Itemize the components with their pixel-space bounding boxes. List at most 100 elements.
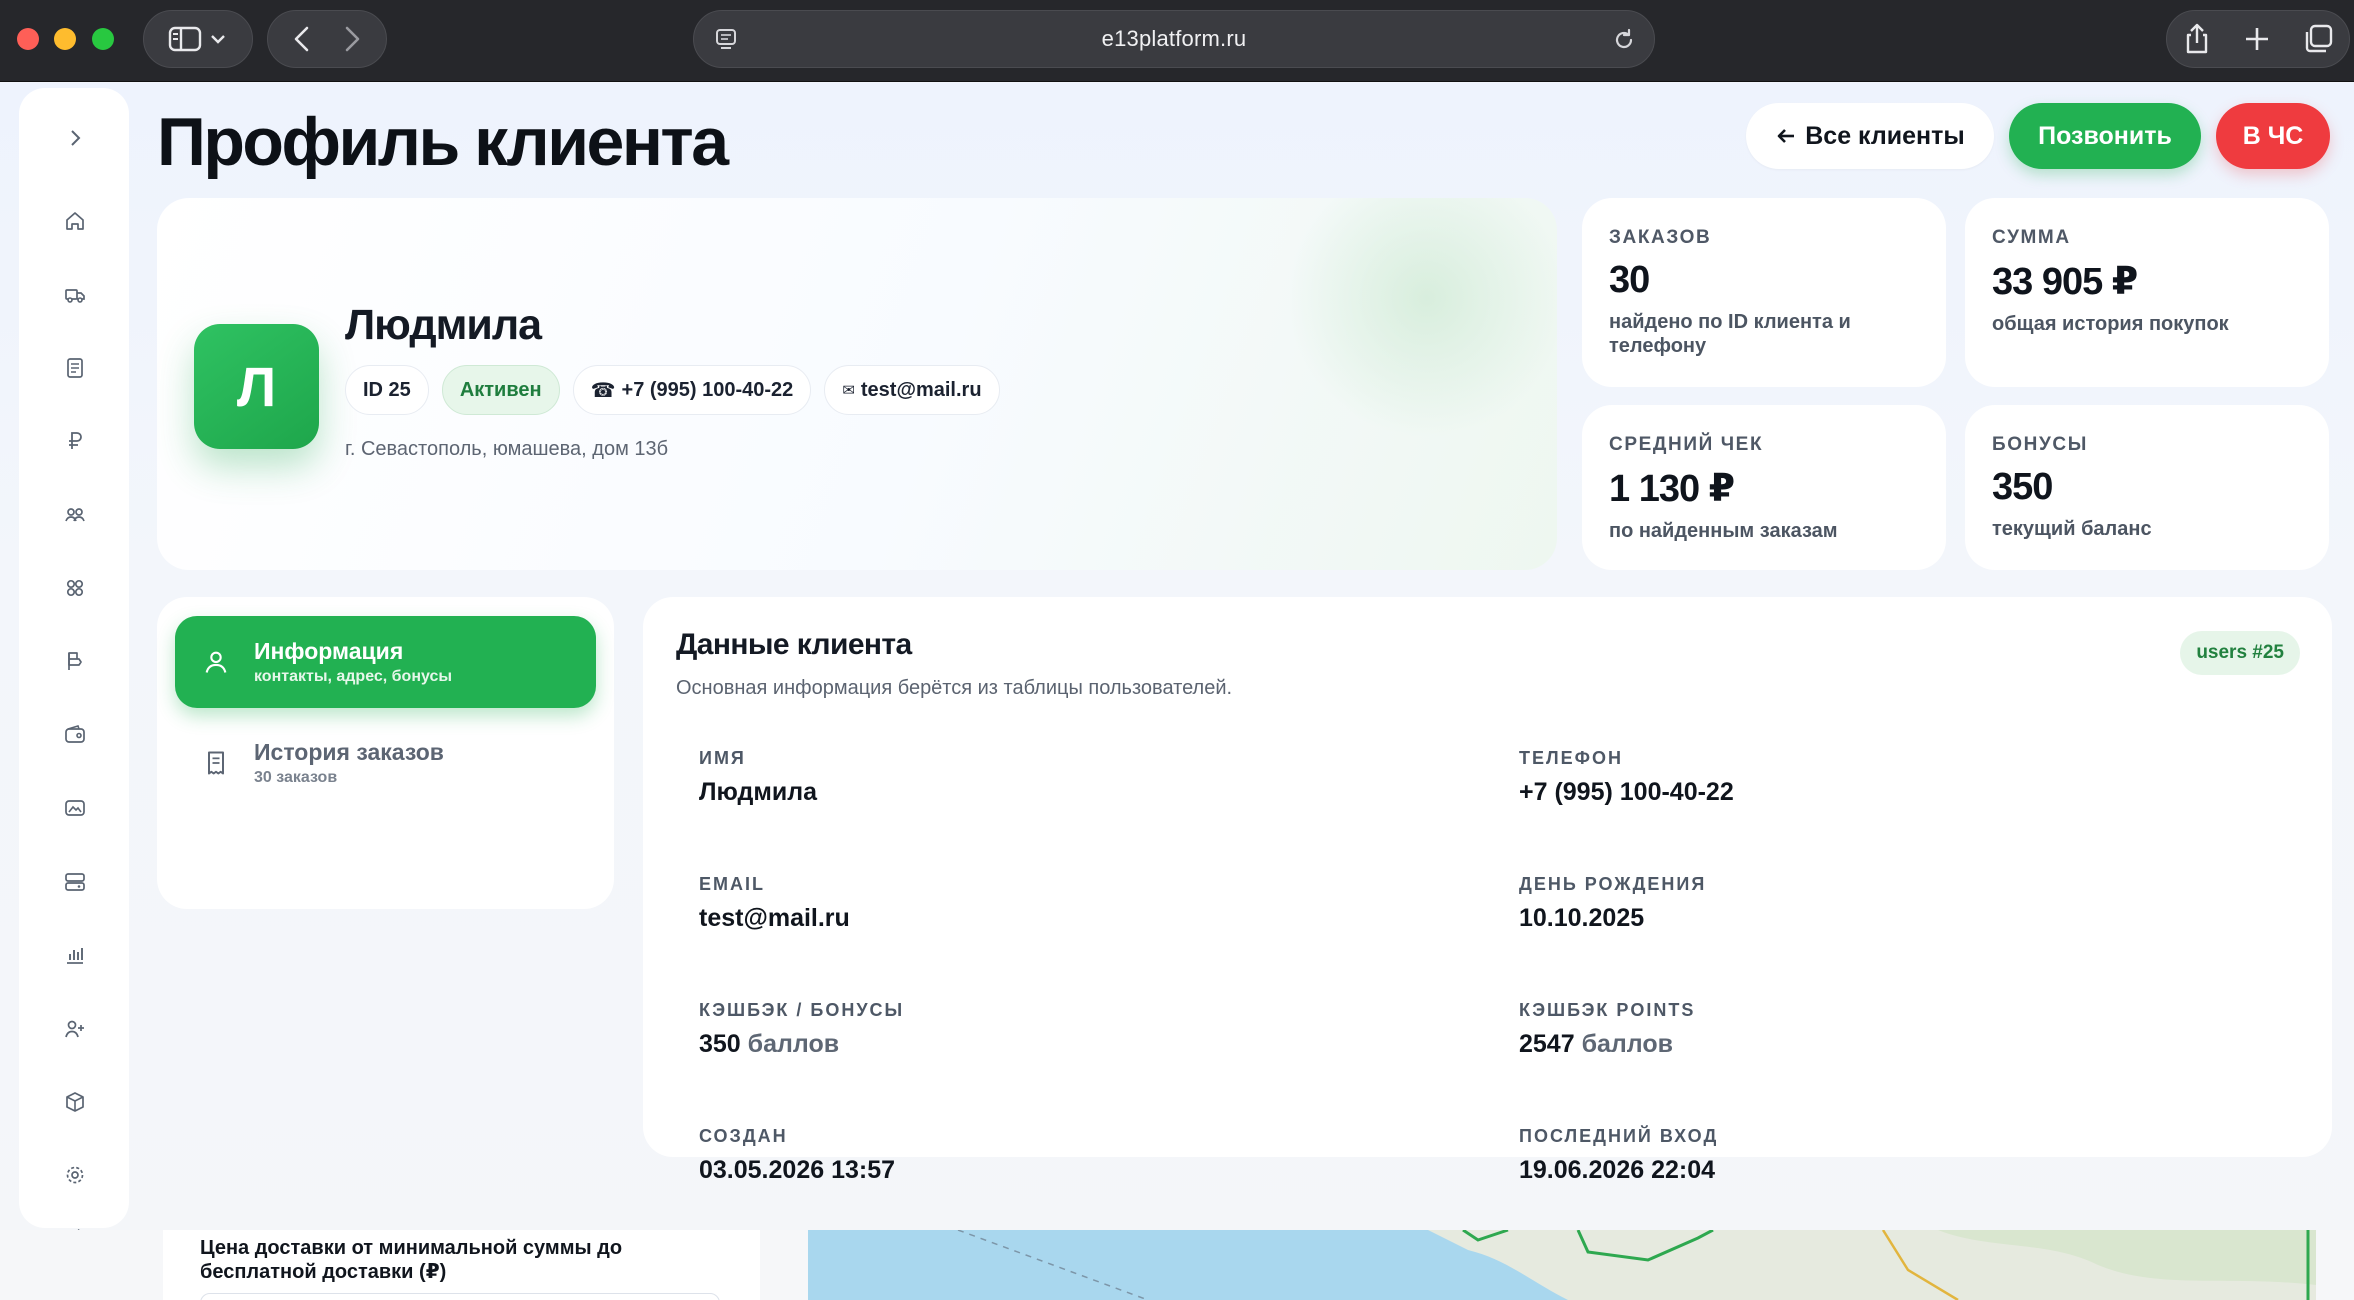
stat-bonuses: БОНУСЫ 350 текущий баланс bbox=[1965, 405, 2329, 570]
receipt-icon bbox=[208, 751, 224, 775]
ruble-icon[interactable] bbox=[62, 428, 88, 454]
field-phone: ТЕЛЕФОН +7 (995) 100-40-22 bbox=[1519, 748, 2299, 807]
stat-sub: найдено по ID клиента и телефону bbox=[1609, 311, 1851, 357]
decorative-glow bbox=[1287, 198, 1557, 438]
page-menu-icon[interactable] bbox=[714, 27, 738, 53]
tab-order-history[interactable]: История заказов 30 заказов bbox=[175, 717, 596, 809]
field-cashback-points: КЭШБЭК POINTS 2547 баллов bbox=[1519, 1000, 2299, 1059]
field-label: ДЕНЬ РОЖДЕНИЯ bbox=[1519, 874, 1707, 894]
sidebar-toggle-button[interactable] bbox=[143, 10, 253, 68]
sidebar-icon bbox=[168, 26, 225, 52]
stat-label: ЗАКАЗОВ bbox=[1609, 227, 1712, 248]
field-value: 10.10.2025 bbox=[1519, 904, 1645, 932]
image-icon[interactable] bbox=[62, 795, 88, 821]
avatar: Л bbox=[194, 324, 319, 449]
field-birthday: ДЕНЬ РОЖДЕНИЯ 10.10.2025 bbox=[1519, 874, 2299, 933]
tab-overview-icon[interactable] bbox=[2302, 23, 2334, 55]
close-window-button[interactable] bbox=[17, 28, 39, 50]
all-clients-label: Все клиенты bbox=[1805, 121, 1965, 150]
field-value-row: 2547 баллов bbox=[1519, 1030, 2299, 1059]
wallet-icon[interactable] bbox=[62, 722, 88, 748]
stat-label: СРЕДНИЙ ЧЕК bbox=[1609, 434, 1764, 455]
tag-icon[interactable] bbox=[62, 648, 88, 674]
maximize-window-button[interactable] bbox=[92, 28, 114, 50]
delivery-price-input[interactable] bbox=[200, 1293, 720, 1300]
field-value: 03.05.2026 13:57 bbox=[699, 1156, 896, 1184]
stat-label: БОНУСЫ bbox=[1992, 434, 2088, 455]
client-chips: ID 25 Активен ☎ +7 (995) 100-40-22 ✉ tes… bbox=[345, 365, 1000, 415]
phone-icon: ☎ bbox=[590, 379, 616, 402]
id-chip: ID 25 bbox=[345, 365, 429, 415]
back-arrow-icon[interactable] bbox=[277, 24, 327, 54]
profile-card: Л Людмила ID 25 Активен ☎ +7 (995) 100-4… bbox=[157, 198, 1557, 570]
user-plus-icon[interactable] bbox=[62, 1016, 88, 1042]
settings-icon[interactable] bbox=[62, 1162, 88, 1188]
field-value-row: 350 баллов bbox=[699, 1030, 1479, 1059]
stat-sum: СУММА 33 905 ₽ общая история покупок bbox=[1965, 198, 2329, 387]
truck-icon[interactable] bbox=[62, 282, 88, 308]
stat-sub: по найденным заказам bbox=[1609, 520, 1838, 542]
address-bar[interactable]: e13platform.ru bbox=[693, 10, 1655, 68]
mail-icon: ✉ bbox=[842, 382, 855, 399]
tab-title: История заказов bbox=[254, 739, 444, 765]
browser-actions bbox=[2166, 10, 2350, 68]
delivery-map[interactable] bbox=[808, 1230, 2316, 1300]
stat-average-check: СРЕДНИЙ ЧЕК 1 130 ₽ по найденным заказам bbox=[1582, 405, 1946, 570]
stat-value: 33 905 ₽ bbox=[1992, 261, 2138, 303]
box-icon[interactable] bbox=[62, 1089, 88, 1115]
field-value: Людмила bbox=[699, 778, 818, 806]
stat-value: 1 130 ₽ bbox=[1609, 468, 1735, 510]
field-value: 19.06.2026 22:04 bbox=[1519, 1156, 1716, 1184]
blacklist-button[interactable]: В ЧС bbox=[2216, 103, 2330, 169]
field-created: СОЗДАН 03.05.2026 13:57 bbox=[699, 1126, 1479, 1185]
tab-sub: контакты, адрес, бонусы bbox=[254, 668, 453, 685]
field-label: ТЕЛЕФОН bbox=[1519, 748, 1623, 768]
section-title: Данные клиента bbox=[676, 628, 912, 661]
new-tab-icon[interactable] bbox=[2242, 24, 2272, 54]
field-value: 350 bbox=[699, 1030, 741, 1058]
delivery-settings-card: Цена доставки от минимальной суммы до бе… bbox=[163, 1230, 760, 1300]
chevron-right-icon[interactable] bbox=[62, 125, 88, 151]
field-unit: баллов bbox=[1581, 1030, 1673, 1058]
stat-label: СУММА bbox=[1992, 227, 2071, 248]
all-clients-button[interactable]: Все клиенты bbox=[1746, 103, 1994, 169]
document-icon[interactable] bbox=[62, 355, 88, 381]
page-title: Профиль клиента bbox=[157, 104, 729, 180]
tab-information[interactable]: Информация контакты, адрес, бонусы bbox=[175, 616, 596, 708]
client-data-card: Данные клиента Основная информация берёт… bbox=[643, 597, 2332, 1184]
url-text: e13platform.ru bbox=[1101, 26, 1247, 51]
field-cashback-bonuses: КЭШБЭК / БОНУСЫ 350 баллов bbox=[699, 1000, 1479, 1059]
email-chip[interactable]: ✉ test@mail.ru bbox=[824, 365, 1000, 415]
minimize-window-button[interactable] bbox=[54, 28, 76, 50]
phone-chip[interactable]: ☎ +7 (995) 100-40-22 bbox=[572, 365, 812, 415]
user-icon bbox=[205, 651, 227, 673]
client-address: г. Севастополь, юмашева, дом 13б bbox=[345, 438, 669, 460]
grid-icon[interactable] bbox=[62, 575, 88, 601]
background-content: Цена доставки от минимальной суммы до бе… bbox=[0, 1230, 2354, 1300]
field-name: ИМЯ Людмила bbox=[699, 748, 1479, 807]
arrow-left-icon bbox=[1777, 129, 1795, 143]
field-label: КЭШБЭК POINTS bbox=[1519, 1000, 1696, 1020]
sidebar-nav bbox=[19, 88, 129, 1228]
share-icon[interactable] bbox=[2182, 22, 2212, 56]
tab-title: Информация bbox=[254, 638, 404, 664]
client-name: Людмила bbox=[345, 301, 542, 349]
server-icon[interactable] bbox=[62, 869, 88, 895]
tab-sub: 30 заказов bbox=[254, 769, 338, 786]
page-content: Профиль клиента Все клиенты Позвонить В … bbox=[0, 83, 2354, 1300]
users-icon[interactable] bbox=[62, 502, 88, 528]
phone-chip-text: +7 (995) 100-40-22 bbox=[621, 378, 794, 401]
stat-orders: ЗАКАЗОВ 30 найдено по ID клиента и телеф… bbox=[1582, 198, 1946, 387]
field-value: test@mail.ru bbox=[699, 904, 850, 932]
stat-sub: общая история покупок bbox=[1992, 313, 2229, 335]
field-unit: баллов bbox=[747, 1030, 840, 1058]
status-badge: Активен bbox=[441, 365, 560, 415]
home-icon[interactable] bbox=[62, 208, 88, 234]
bar-chart-icon[interactable] bbox=[62, 942, 88, 968]
field-label: КЭШБЭК / БОНУСЫ bbox=[699, 1000, 905, 1020]
call-button[interactable]: Позвонить bbox=[2009, 103, 2201, 169]
forward-arrow-icon[interactable] bbox=[327, 24, 377, 54]
field-label: EMAIL bbox=[699, 874, 765, 894]
field-label: ИМЯ bbox=[699, 748, 746, 768]
reload-icon[interactable] bbox=[1612, 27, 1636, 53]
